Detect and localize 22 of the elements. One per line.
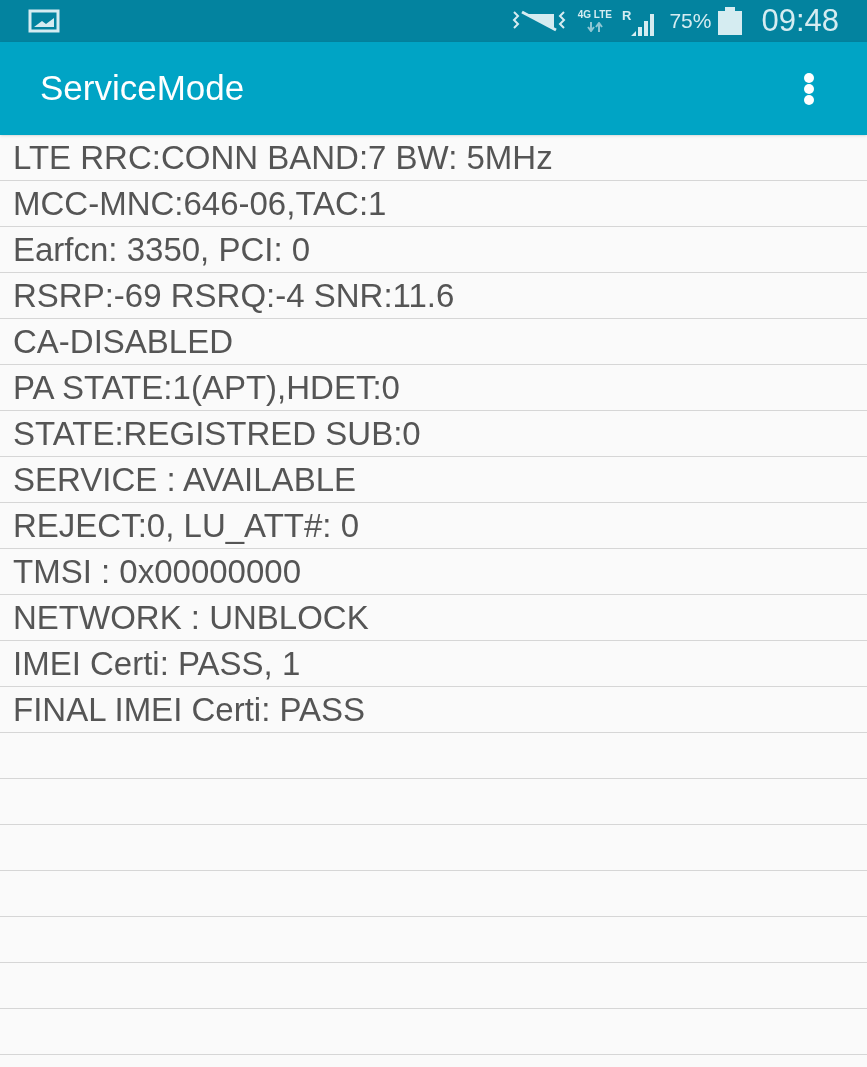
info-line: FINAL IMEI Certi: PASS bbox=[13, 693, 366, 726]
battery-icon bbox=[717, 7, 744, 35]
info-line: NETWORK : UNBLOCK bbox=[13, 601, 369, 634]
app-title: ServiceMode bbox=[40, 67, 246, 110]
clock: 09:48 bbox=[761, 1, 839, 40]
network-type: 4G LTE bbox=[577, 10, 612, 20]
info-line: Earfcn: 3350, PCI: 0 bbox=[13, 233, 311, 266]
gallery-icon bbox=[28, 9, 60, 33]
info-line: STATE:REGISTRED SUB:0 bbox=[13, 417, 421, 450]
info-line: SERVICE : AVAILABLE bbox=[13, 463, 356, 496]
info-line: REJECT:0, LU_ATT#: 0 bbox=[13, 509, 359, 542]
battery-percent: 75% bbox=[669, 8, 712, 35]
data-arrows-icon bbox=[585, 22, 604, 32]
roaming-indicator: R bbox=[622, 7, 632, 25]
info-line: MCC-MNC:646-06,TAC:1 bbox=[13, 187, 387, 220]
info-line: TMSI : 0x00000000 bbox=[13, 555, 301, 588]
info-line: PA STATE:1(APT),HDET:0 bbox=[13, 371, 400, 404]
info-line: LTE RRC:CONN BAND:7 BW: 5MHz bbox=[13, 141, 553, 174]
info-line: RSRP:-69 RSRQ:-4 SNR:11.6 bbox=[13, 279, 455, 312]
more-icon bbox=[803, 72, 815, 105]
info-line: IMEI Certi: PASS, 1 bbox=[13, 647, 301, 680]
info-line: CA-DISABLED bbox=[13, 325, 234, 358]
